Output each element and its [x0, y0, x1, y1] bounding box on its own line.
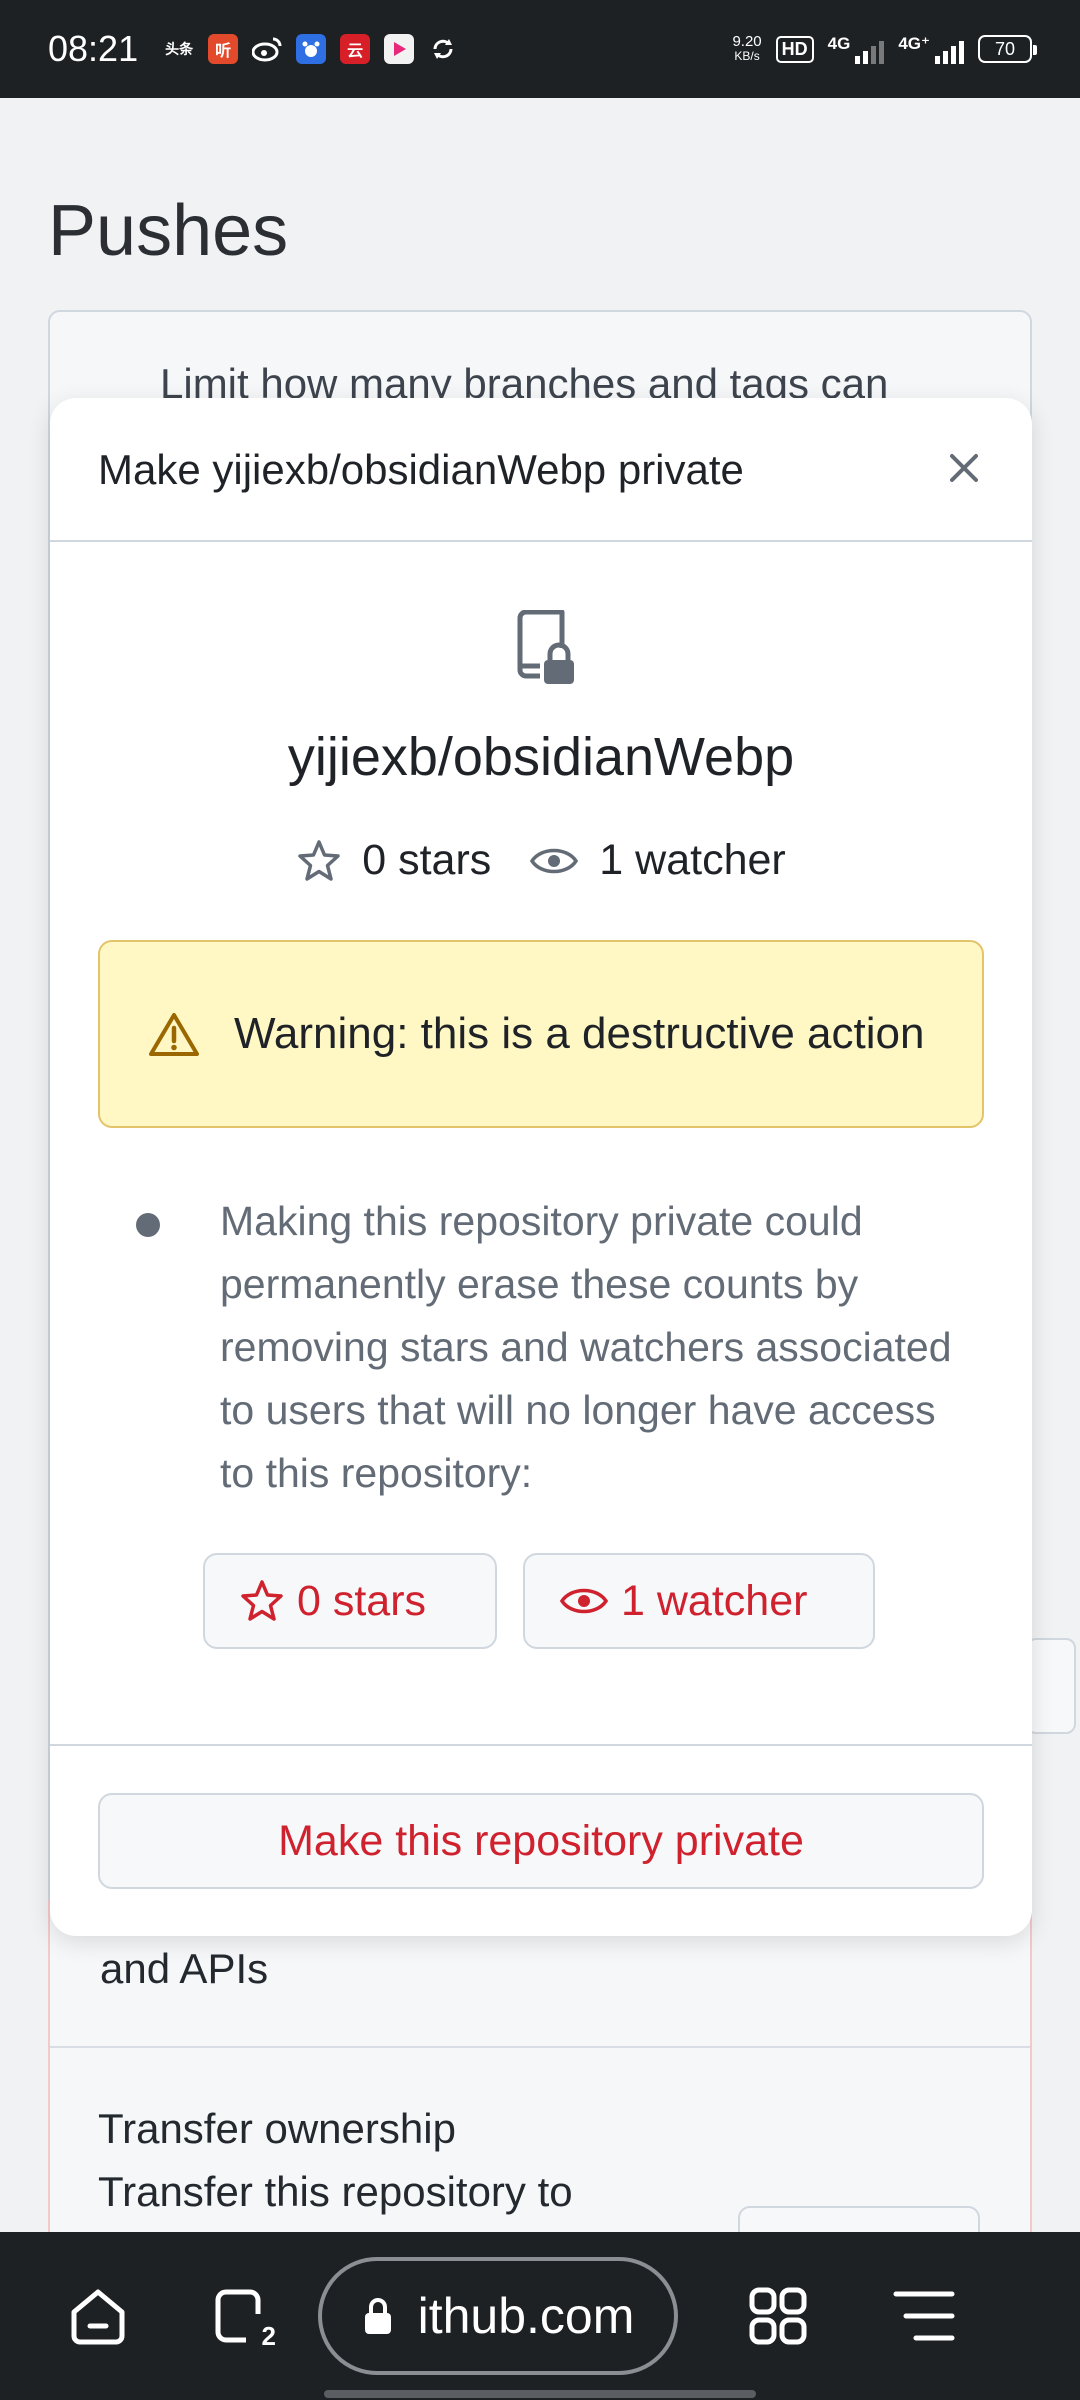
sim2-label: 4G⁺ — [898, 34, 930, 53]
alert-icon — [149, 1013, 199, 1056]
make-private-button[interactable]: Make this repository private — [98, 1793, 984, 1889]
home-icon — [71, 2289, 125, 2345]
sync-icon — [428, 34, 458, 64]
net-speed-value: 9.20 — [732, 33, 762, 50]
close-icon — [950, 454, 978, 482]
status-time: 08:21 — [48, 28, 139, 69]
system-indicators: 9.20 KB/s HD 4G 4G⁺ 70 — [732, 34, 1037, 64]
stars-count-button[interactable]: 0 stars — [203, 1553, 497, 1649]
news-icon: 云 — [340, 34, 371, 64]
watchers-button-label: 1 watcher — [621, 1576, 808, 1625]
bullet-text: Making this repository private could per… — [220, 1198, 952, 1496]
grid-icon — [749, 2287, 807, 2345]
count-buttons: 0 stars 1 watcher — [203, 1553, 875, 1649]
transfer-ownership-heading: Transfer ownership — [98, 2105, 456, 2152]
repo-name: yijiexb/obsidianWebp — [287, 727, 795, 787]
home-indicator[interactable] — [324, 2390, 756, 2398]
listen-icon: 听 — [208, 34, 239, 64]
dialog-footer-divider — [50, 1744, 1032, 1746]
transfer-ownership-description: Transfer this repository to — [98, 2168, 573, 2215]
menu-button[interactable] — [886, 2278, 962, 2354]
background-side-button — [1026, 1638, 1076, 1734]
eye-icon — [559, 1588, 609, 1614]
star-icon — [298, 839, 340, 881]
address-bar[interactable]: ithub.com — [318, 2257, 678, 2375]
url-text: ithub.com — [417, 2288, 635, 2344]
notification-icons: 头条 听 云 — [164, 34, 458, 64]
star-icon — [241, 1580, 283, 1621]
close-button[interactable] — [936, 440, 992, 496]
page-title: Pushes — [48, 191, 289, 271]
watchers-count-button[interactable]: 1 watcher — [523, 1553, 875, 1649]
tabs-button[interactable]: 2 — [204, 2278, 280, 2354]
status-bar: 08:21 头条 听 云 9.20 KB/s HD 4G 4G⁺ 70 — [0, 0, 1080, 98]
stars-stat: 0 stars — [296, 836, 491, 885]
watchers-stat: 1 watcher — [529, 836, 786, 885]
hd-badge: HD — [775, 35, 814, 63]
watchers-label: 1 watcher — [599, 836, 786, 884]
eye-icon — [530, 848, 579, 873]
weibo-icon — [252, 34, 282, 64]
stars-button-label: 0 stars — [297, 1576, 427, 1625]
signal-sim2-icon: 4G⁺ — [898, 34, 964, 64]
battery-level: 70 — [994, 38, 1016, 59]
danger-zone-text: and APIs — [100, 1945, 269, 1992]
battery-icon: 70 — [978, 35, 1037, 63]
video-icon — [384, 34, 415, 64]
warning-banner: Warning: this is a destructive action — [98, 940, 984, 1128]
repo-lock-icon — [517, 610, 574, 684]
stars-label: 0 stars — [362, 836, 492, 884]
bullet-dot — [136, 1213, 160, 1237]
dialog-title: Make yijiexb/obsidianWebp private — [98, 446, 744, 493]
network-speed: 9.20 KB/s — [732, 34, 761, 64]
sim1-label: 4G — [827, 34, 851, 53]
net-speed-unit: KB/s — [734, 49, 760, 63]
repo-stats: 0 stars 1 watcher — [50, 836, 1032, 885]
danger-zone-divider — [50, 2046, 1030, 2048]
tab-count: 2 — [261, 2321, 276, 2351]
signal-sim1-icon: 4G — [828, 34, 885, 64]
apps-button[interactable] — [740, 2278, 816, 2354]
make-private-dialog: Make yijiexb/obsidianWebp private yijiex… — [50, 398, 1032, 1936]
browser-toolbar: 2 ithub.com — [0, 2232, 1080, 2400]
home-button[interactable] — [60, 2278, 136, 2354]
warning-text: Warning: this is a destructive action — [234, 1009, 925, 1058]
menu-icon — [893, 2291, 955, 2341]
lock-icon — [364, 2298, 391, 2334]
dialog-header: Make yijiexb/obsidianWebp private — [50, 398, 1032, 542]
toutiao-icon: 头条 — [165, 41, 194, 57]
baidu-icon — [296, 34, 327, 64]
